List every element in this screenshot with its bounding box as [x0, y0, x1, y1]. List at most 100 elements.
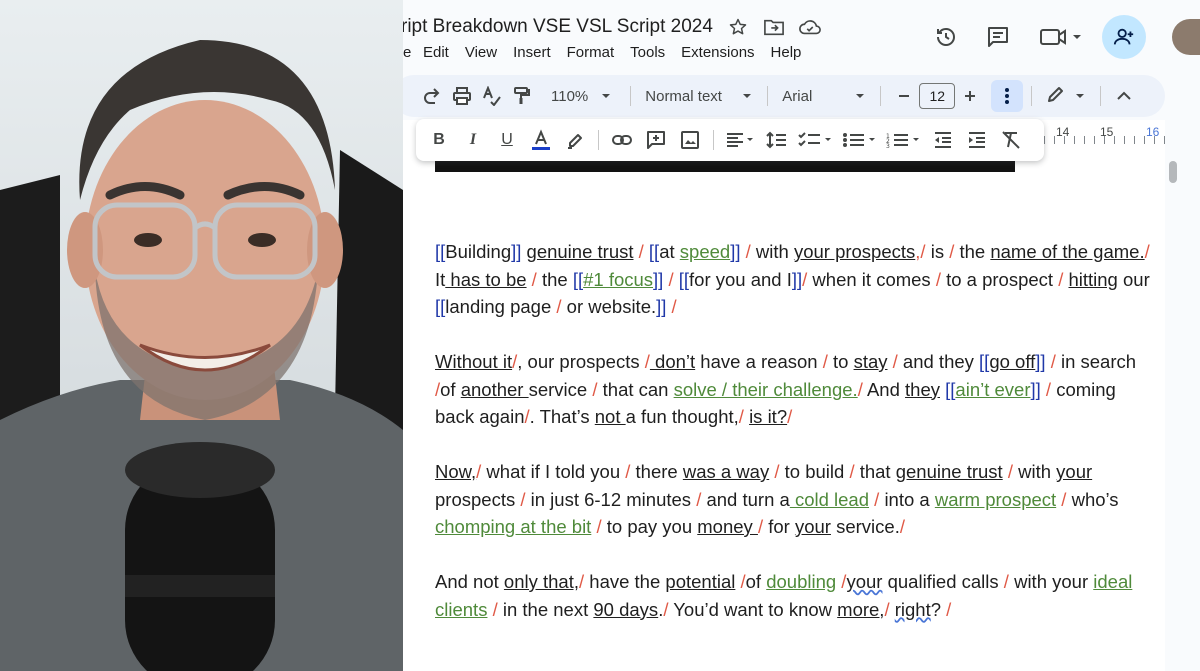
bracket-marker: ]]	[511, 241, 522, 262]
bracket-marker: [[	[945, 378, 956, 400]
ruler[interactable]: 14 15 16	[1044, 122, 1174, 148]
redo-icon[interactable]	[417, 81, 447, 111]
text-run: name of the game.	[990, 241, 1145, 262]
zoom-select[interactable]: 110%	[545, 88, 622, 105]
slash-marker: /	[935, 268, 947, 290]
text-run: qualified calls	[882, 571, 1004, 592]
text-run: another	[460, 378, 529, 400]
increase-font-size-icon[interactable]	[955, 81, 985, 111]
document-paragraph[interactable]: And not only that,/ have the potential /…	[435, 568, 1155, 623]
slash-marker: /	[849, 461, 860, 482]
comments-icon[interactable]	[978, 17, 1018, 57]
undo-icon[interactable]	[403, 81, 407, 111]
text-run: was a way	[682, 461, 770, 482]
share-add-person-icon[interactable]	[1102, 15, 1146, 59]
highlight-color-icon[interactable]	[560, 125, 590, 155]
slash-marker: /	[633, 241, 649, 262]
increase-indent-icon[interactable]	[962, 125, 992, 155]
star-icon[interactable]	[727, 16, 749, 38]
menu-help[interactable]: Help	[763, 43, 810, 63]
menu-format[interactable]: Format	[559, 43, 623, 63]
bold-icon[interactable]: B	[424, 125, 454, 155]
text-color-icon[interactable]	[526, 125, 556, 155]
menu-bar: e Edit View Insert Format Tools Extensio…	[403, 43, 809, 63]
text-run: ?	[930, 598, 947, 620]
decrease-indent-icon[interactable]	[928, 125, 958, 155]
underline-icon[interactable]: U	[492, 125, 522, 155]
italic-icon[interactable]: I	[458, 125, 488, 155]
toolbar-divider	[767, 86, 769, 106]
font-size-input[interactable]: 12	[919, 83, 956, 109]
text-run: warm prospect	[934, 488, 1057, 510]
text-run: more,	[837, 598, 885, 620]
slash-marker: /	[735, 571, 746, 592]
menu-file[interactable]: e	[403, 43, 415, 63]
align-left-icon[interactable]	[722, 125, 758, 155]
text-run: in the next	[502, 598, 594, 620]
paint-format-icon[interactable]	[507, 81, 537, 111]
spellcheck-icon[interactable]	[477, 81, 507, 111]
menu-tools[interactable]: Tools	[622, 43, 673, 63]
clear-formatting-icon[interactable]	[996, 125, 1026, 155]
toolbar-divider	[713, 130, 714, 150]
text-run: It	[435, 268, 446, 290]
document-paragraph[interactable]: Without it / , our prospects / don’t have …	[435, 348, 1155, 431]
cloud-status-icon[interactable]	[799, 16, 821, 38]
scrollbar-thumb[interactable]	[1169, 161, 1177, 183]
text-run: the	[541, 268, 573, 290]
text-run: genuine trust	[895, 461, 1003, 482]
insert-link-icon[interactable]	[607, 125, 637, 155]
menu-extensions[interactable]: Extensions	[673, 43, 762, 63]
scrollbar-track[interactable]	[1165, 120, 1200, 671]
text-run: what if I told you	[481, 461, 626, 482]
text-run: right	[894, 598, 931, 620]
move-to-folder-icon[interactable]	[763, 16, 785, 38]
ruler-label: 14	[1056, 125, 1070, 139]
text-run: not	[594, 406, 626, 427]
text-run: your	[1056, 461, 1093, 482]
document-paragraph[interactable]: [[Building]] genuine trust / [[at speed]…	[435, 238, 1155, 321]
text-run: don’t	[649, 351, 696, 372]
text-run: your	[846, 571, 883, 592]
slash-marker: /	[1058, 268, 1069, 290]
document-title[interactable]: ript Breakdown VSE VSL Script 2024	[403, 16, 713, 38]
text-run: cold lead	[789, 488, 870, 510]
document-page[interactable]: [[Building]] genuine trust / [[at speed]…	[403, 120, 1165, 671]
text-run: go off	[989, 351, 1036, 372]
font-select[interactable]: Arial	[776, 88, 872, 105]
collapse-menus-icon[interactable]	[1109, 81, 1139, 111]
print-icon[interactable]	[447, 81, 477, 111]
decrease-font-size-icon[interactable]	[889, 81, 919, 111]
menu-insert[interactable]: Insert	[505, 43, 559, 63]
slash-marker: /	[1040, 378, 1057, 400]
menu-view[interactable]: View	[457, 43, 505, 63]
document-paragraph[interactable]: Now, / what if I told you / there was a w…	[435, 458, 1155, 541]
text-run: they	[905, 378, 940, 400]
toolbar-divider	[598, 130, 599, 150]
add-comment-icon[interactable]	[641, 125, 671, 155]
line-spacing-icon[interactable]	[762, 125, 792, 155]
text-run: service.	[830, 516, 900, 537]
text-run: with	[755, 241, 794, 262]
avatar[interactable]	[1172, 19, 1200, 55]
text-run: Now,	[435, 461, 477, 482]
bulleted-list-icon[interactable]	[840, 125, 880, 155]
text-run: speed	[679, 241, 731, 262]
insert-image-icon[interactable]	[675, 125, 705, 155]
slash-marker: /	[526, 268, 542, 290]
text-run: the	[959, 241, 991, 262]
text-run: when it comes	[807, 268, 936, 290]
numbered-list-icon[interactable]: 123	[884, 125, 924, 155]
menu-edit[interactable]: Edit	[415, 43, 457, 63]
text-run: that can	[602, 378, 674, 400]
editing-mode-select[interactable]	[1040, 84, 1092, 108]
slash-marker: /	[625, 461, 636, 482]
more-options-icon[interactable]	[991, 80, 1024, 112]
svg-text:3: 3	[886, 143, 890, 149]
text-run: to a prospect	[946, 268, 1059, 290]
checklist-icon[interactable]	[796, 125, 836, 155]
document-body[interactable]: [[Building]] genuine trust / [[at speed]…	[435, 238, 1155, 651]
meet-icon[interactable]	[1034, 17, 1090, 57]
style-select[interactable]: Normal text	[639, 88, 759, 105]
version-history-icon[interactable]	[926, 17, 966, 57]
